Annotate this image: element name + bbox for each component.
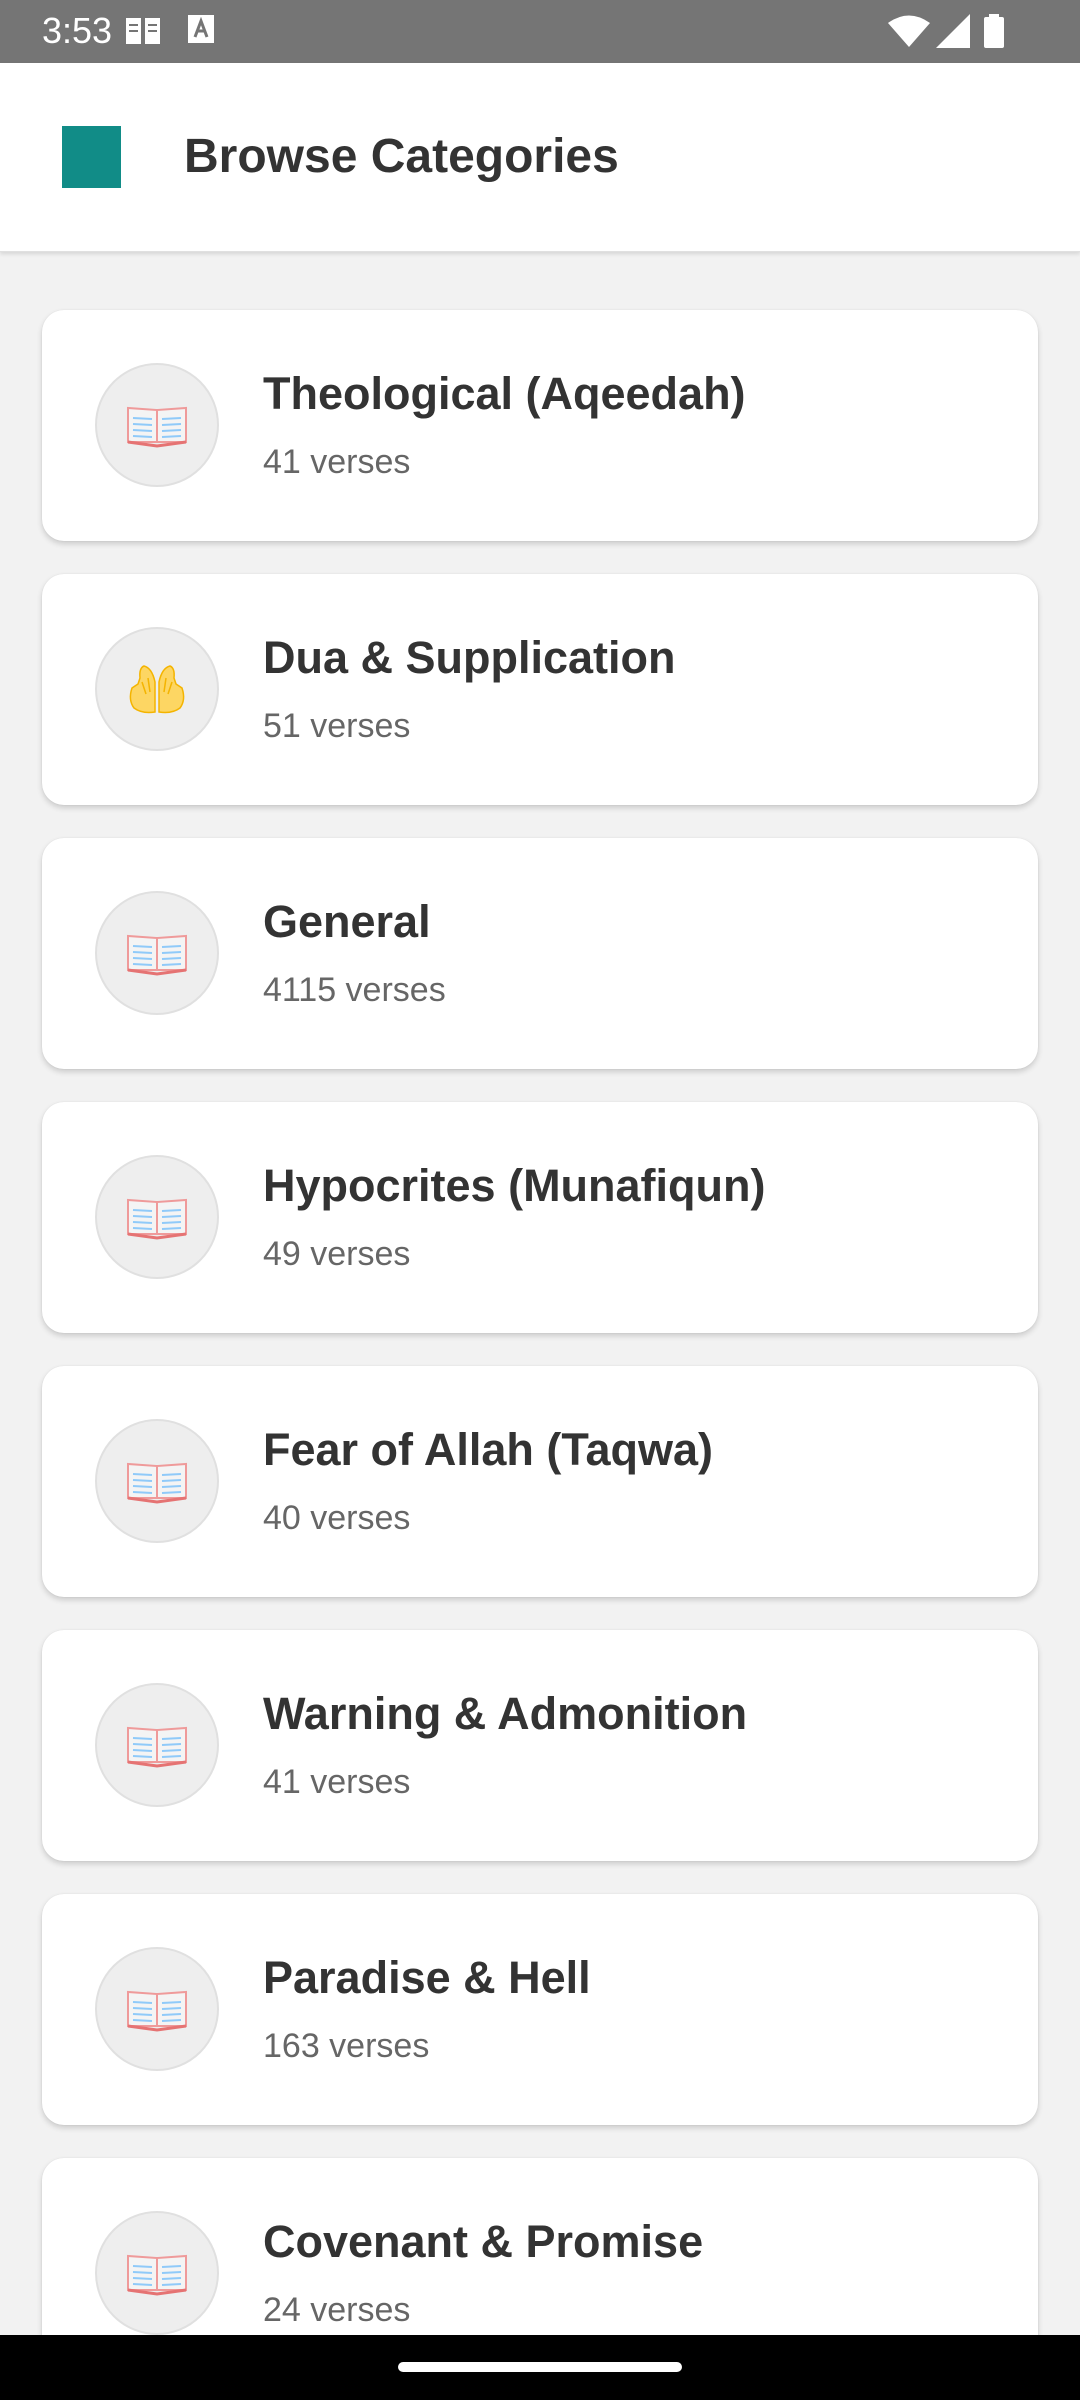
category-list[interactable]: Theological (Aqeedah) 41 verses Dua & Su… [0, 251, 1080, 2335]
praying-hands-icon [95, 627, 219, 751]
keyboard-a-icon [187, 14, 215, 49]
open-book-icon [95, 1683, 219, 1807]
category-title: Covenant & Promise [263, 2216, 704, 2267]
category-card[interactable]: Covenant & Promise 24 verses [42, 2158, 1038, 2335]
open-book-icon [95, 1947, 219, 2071]
navigation-bar [0, 2335, 1080, 2400]
status-time: 3:53 [42, 10, 113, 51]
category-title: Fear of Allah (Taqwa) [263, 1424, 714, 1475]
category-count: 41 verses [263, 443, 411, 481]
category-title: General [263, 896, 431, 947]
open-book-icon [95, 2211, 219, 2335]
home-gesture-handle[interactable] [398, 2362, 682, 2372]
category-card[interactable]: Paradise & Hell 163 verses [42, 1894, 1038, 2125]
category-count: 49 verses [263, 1235, 411, 1273]
category-title: Paradise & Hell [263, 1952, 591, 2003]
open-book-icon [95, 363, 219, 487]
category-count: 163 verses [263, 2027, 430, 2065]
reader-mode-icon [124, 14, 162, 53]
category-card[interactable]: Hypocrites (Munafiqun) 49 verses [42, 1102, 1038, 1333]
app-bar: Browse Categories [0, 63, 1080, 252]
battery-icon [984, 14, 1004, 53]
open-book-icon [95, 1155, 219, 1279]
category-title: Hypocrites (Munafiqun) [263, 1160, 766, 1211]
category-count: 24 verses [263, 2291, 411, 2329]
category-title: Warning & Admonition [263, 1688, 748, 1739]
category-count: 41 verses [263, 1763, 411, 1801]
category-count: 4115 verses [263, 971, 446, 1009]
app-logo [62, 126, 121, 188]
category-card[interactable]: Theological (Aqeedah) 41 verses [42, 310, 1038, 541]
category-card[interactable]: Warning & Admonition 41 verses [42, 1630, 1038, 1861]
cellular-signal-icon [936, 14, 970, 53]
category-count: 51 verses [263, 707, 411, 745]
wifi-icon [888, 14, 930, 53]
status-bar: 3:53 [0, 0, 1080, 63]
open-book-icon [95, 1419, 219, 1543]
category-card[interactable]: General 4115 verses [42, 838, 1038, 1069]
category-title: Theological (Aqeedah) [263, 368, 746, 419]
open-book-icon [95, 891, 219, 1015]
page-title: Browse Categories [184, 130, 619, 183]
category-count: 40 verses [263, 1499, 411, 1537]
category-card[interactable]: Fear of Allah (Taqwa) 40 verses [42, 1366, 1038, 1597]
category-title: Dua & Supplication [263, 632, 676, 683]
category-card[interactable]: Dua & Supplication 51 verses [42, 574, 1038, 805]
